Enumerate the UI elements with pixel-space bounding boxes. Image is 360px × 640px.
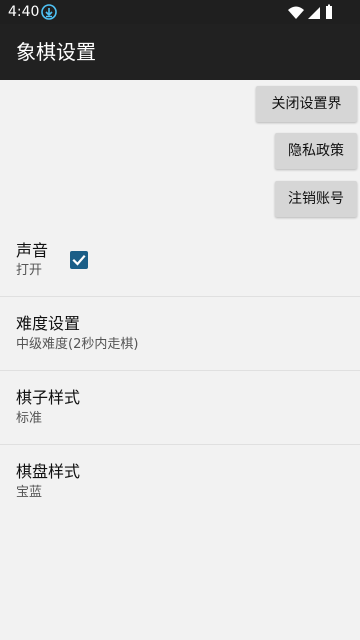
check-icon — [72, 254, 86, 266]
sound-title: 声音 — [16, 241, 49, 260]
status-bar: 4:40 — [0, 0, 360, 24]
status-time: 4:40 — [8, 4, 40, 20]
privacy-policy-button[interactable]: 隐私政策 — [275, 133, 357, 169]
status-icons — [288, 4, 332, 19]
difficulty-summary: 中级难度(2秒内走棋) — [16, 337, 139, 352]
piece-style-preference[interactable]: 棋子样式 标准 — [0, 371, 360, 445]
piece-style-title: 棋子样式 — [16, 388, 81, 407]
board-style-preference[interactable]: 棋盘样式 宝蓝 — [0, 445, 360, 519]
board-style-title: 棋盘样式 — [16, 462, 81, 481]
battery-icon — [326, 4, 332, 19]
sound-summary: 打开 — [16, 263, 43, 278]
sound-checkbox[interactable] — [70, 251, 88, 269]
download-icon — [41, 4, 57, 20]
cancel-account-button[interactable]: 注销账号 — [275, 181, 357, 217]
piece-style-summary: 标准 — [16, 411, 43, 426]
close-settings-button[interactable]: 关闭设置界面 — [256, 86, 357, 148]
page-title: 象棋设置 — [16, 40, 96, 64]
wifi-icon — [288, 6, 304, 19]
board-style-summary: 宝蓝 — [16, 485, 43, 500]
difficulty-preference[interactable]: 难度设置 中级难度(2秒内走棋) — [0, 297, 360, 371]
signal-icon — [308, 7, 320, 19]
difficulty-title: 难度设置 — [16, 314, 81, 333]
app-bar: 象棋设置 — [0, 24, 360, 80]
sound-preference[interactable]: 声音 打开 — [0, 222, 360, 296]
